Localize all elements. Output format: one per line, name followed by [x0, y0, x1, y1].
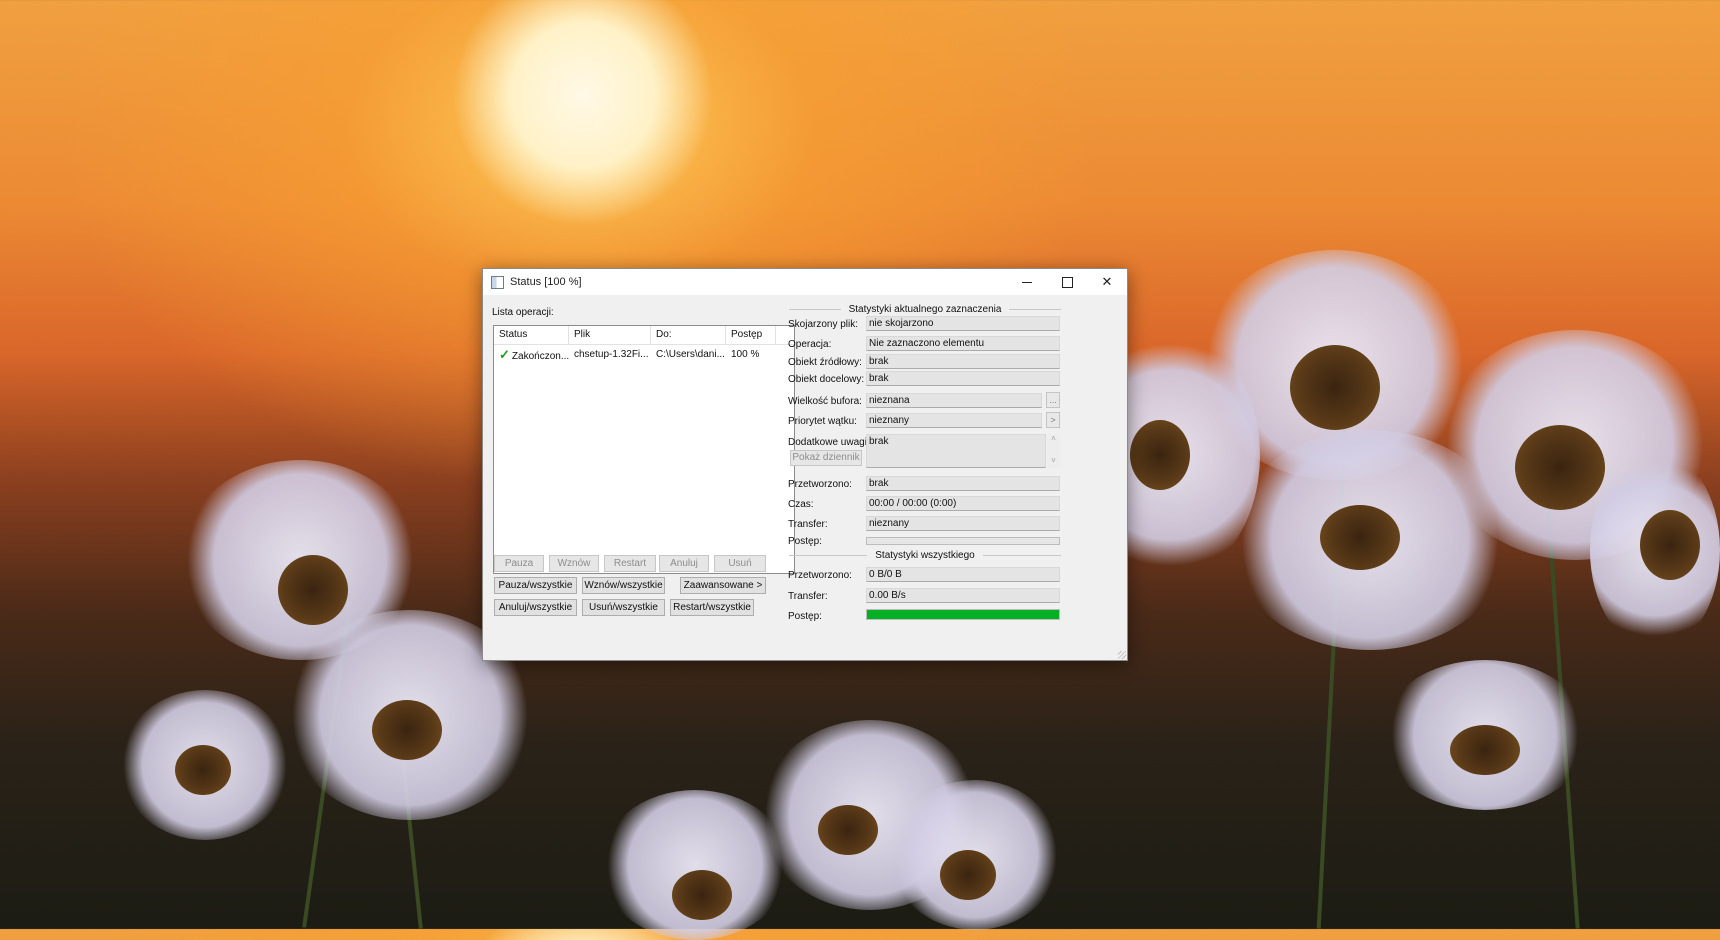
operations-list[interactable]: Status Plik Do: Postęp ✓ Zakończon... chs… [493, 325, 795, 574]
status-cell: ✓ Zakończon... [494, 346, 569, 364]
operations-list-label: Lista operacji: [492, 307, 554, 318]
minimize-button[interactable] [1007, 269, 1047, 295]
transfer-label: Transfer: [788, 519, 828, 530]
scroll-up-icon: ˄ [1051, 434, 1056, 443]
column-header-destination[interactable]: Do: [651, 326, 726, 344]
pause-button[interactable]: Pauza [494, 555, 544, 572]
destination-cell: C:\Users\dani... [656, 349, 725, 360]
current-progress-label: Postęp: [788, 536, 822, 547]
buffer-size-label: Wielkość bufora: [788, 396, 862, 407]
maximize-icon [1061, 276, 1073, 288]
restart-all-button[interactable]: Restart/wszystkie [670, 599, 754, 616]
target-object-label: Obiekt docelowy: [788, 374, 865, 385]
cancel-all-button[interactable]: Anuluj/wszystkie [494, 599, 577, 616]
app-icon [491, 275, 504, 289]
source-object-field: brak [866, 354, 1060, 369]
scroll-down-icon: ˅ [1051, 456, 1056, 465]
status-text: Zakończon... [511, 351, 569, 362]
restart-button[interactable]: Restart [604, 555, 656, 572]
list-header: Status Plik Do: Postęp [494, 326, 794, 345]
operation-field: Nie zaznaczono elementu [866, 336, 1060, 351]
advanced-button[interactable]: Zaawansowane > [680, 577, 766, 594]
processed-label: Przetworzono: [788, 479, 852, 490]
processed-field: brak [866, 476, 1060, 491]
column-header-progress[interactable]: Postęp [726, 326, 776, 344]
divider [1009, 308, 1061, 310]
cancel-button[interactable]: Anuluj [659, 555, 709, 572]
pause-all-button[interactable]: Pauza/wszystkie [494, 577, 577, 594]
total-transfer-field: 0.00 B/s [866, 588, 1060, 603]
minimize-icon [1022, 281, 1032, 283]
total-processed-label: Przetworzono: [788, 570, 852, 581]
check-icon: ✓ [499, 347, 510, 362]
total-stats-title: Statystyki wszystkiego [875, 549, 975, 561]
total-stats-section: Statystyki wszystkiego [789, 549, 1062, 561]
buffer-size-button[interactable]: ... [1046, 392, 1060, 408]
source-object-label: Obiekt źródłowy: [788, 357, 862, 368]
show-log-button[interactable]: Pokaż dziennik [790, 450, 862, 466]
operation-label: Operacja: [788, 339, 832, 350]
total-processed-field: 0 B/0 B [866, 567, 1060, 582]
remove-all-button[interactable]: Usuń/wszystkie [582, 599, 665, 616]
time-label: Czas: [788, 499, 814, 510]
progress-cell: 100 % [731, 349, 760, 360]
divider [789, 554, 868, 556]
resume-all-button[interactable]: Wznów/wszystkie [582, 577, 665, 594]
resize-grip[interactable] [1118, 651, 1126, 659]
divider [789, 308, 841, 310]
notes-textarea[interactable]: brak [866, 434, 1046, 468]
thread-priority-field: nieznany [866, 413, 1042, 428]
resume-button[interactable]: Wznów [549, 555, 599, 572]
notes-label: Dodatkowe uwagi: [788, 437, 870, 448]
total-progress-label: Postęp: [788, 611, 822, 622]
close-button[interactable]: ✕ [1087, 269, 1127, 295]
title-bar[interactable]: Status [100 %] ✕ [483, 269, 1127, 295]
list-item[interactable]: ✓ Zakończon... chsetup-1.32Fi... C:\Users… [494, 346, 794, 364]
total-progress-bar [866, 609, 1060, 620]
notes-scrollbar[interactable]: ˄ ˅ [1047, 434, 1060, 468]
remove-button[interactable]: Usuń [714, 555, 766, 572]
total-progress-fill [867, 610, 1059, 619]
current-stats-section: Statystyki aktualnego zaznaczenia [789, 303, 1061, 315]
buffer-size-field: nieznana [866, 393, 1042, 408]
maximize-button[interactable] [1047, 269, 1087, 295]
column-header-file[interactable]: Plik [569, 326, 651, 344]
divider [982, 554, 1062, 556]
thread-priority-button[interactable]: > [1046, 412, 1060, 428]
current-stats-title: Statystyki aktualnego zaznaczenia [848, 303, 1002, 315]
close-icon: ✕ [1101, 274, 1113, 289]
window-title: Status [100 %] [510, 276, 582, 288]
total-transfer-label: Transfer: [788, 591, 828, 602]
current-progress-bar [866, 537, 1060, 545]
thread-priority-label: Priorytet wątku: [788, 416, 857, 427]
associated-file-label: Skojarzony plik: [788, 319, 859, 330]
status-window: Status [100 %] ✕ Lista operacji: Status … [482, 268, 1128, 661]
target-object-field: brak [866, 371, 1060, 386]
associated-file-field: nie skojarzono [866, 316, 1060, 331]
transfer-field: nieznany [866, 516, 1060, 531]
time-field: 00:00 / 00:00 (0:00) [866, 496, 1060, 511]
file-cell: chsetup-1.32Fi... [574, 349, 649, 360]
column-header-status[interactable]: Status [494, 326, 569, 344]
